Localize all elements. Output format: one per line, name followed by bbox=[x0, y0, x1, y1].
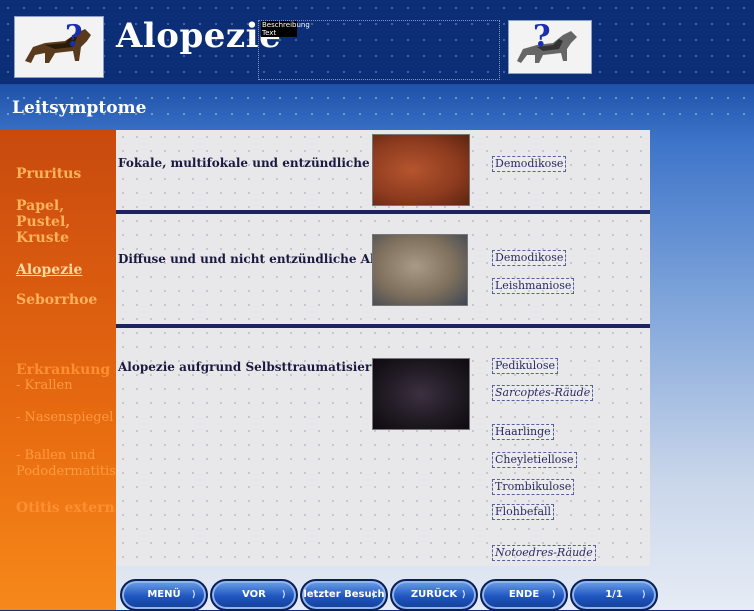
back-button-label: ZURÜCK bbox=[410, 589, 458, 600]
chevron-right-icon: ⟩ bbox=[371, 590, 376, 600]
page-indicator-label: 1/1 bbox=[605, 589, 623, 600]
forward-button[interactable]: VOR ⟩ bbox=[210, 579, 298, 611]
description-placeholder-label: Beschreibung Text bbox=[261, 21, 310, 37]
sidebar-item-krallen[interactable]: - Krallen bbox=[16, 378, 73, 394]
link-haarlinge[interactable]: Haarlinge bbox=[492, 424, 554, 440]
section-title-selbsttraumatisierung: Alopezie aufgrund Selbsttraumatisierung bbox=[118, 360, 398, 374]
dog-logo-right: ? bbox=[508, 19, 592, 74]
sidebar-item-alopezie[interactable]: Alopezie bbox=[16, 262, 82, 278]
dog-icon bbox=[25, 29, 91, 63]
question-mark-icon: ? bbox=[65, 19, 83, 54]
skin-photo-fokale bbox=[372, 134, 470, 206]
last-visit-button[interactable]: letzter Besuch ⟩ bbox=[300, 579, 388, 611]
dog-logo-left: ? bbox=[14, 16, 104, 78]
page-title: Alopezie bbox=[116, 16, 282, 56]
sidebar-item-papel[interactable]: Papel, Pustel, Kruste bbox=[16, 198, 106, 246]
chevron-right-icon: ⟩ bbox=[641, 590, 646, 600]
link-cheyletiellose[interactable]: Cheyletiellose bbox=[492, 452, 577, 468]
link-demodikose-1[interactable]: Demodikose bbox=[492, 156, 567, 172]
chevron-right-icon: ⟩ bbox=[551, 590, 556, 600]
question-mark-icon: ? bbox=[533, 19, 551, 54]
section-divider bbox=[116, 324, 650, 328]
sidebar-item-nasenspiegel[interactable]: - Nasenspiegel bbox=[16, 410, 113, 426]
description-placeholder-box: Beschreibung Text bbox=[258, 20, 500, 80]
skin-photo-diffuse bbox=[372, 234, 468, 306]
link-flohbefall[interactable]: Flohbefall bbox=[492, 504, 555, 520]
forward-button-label: VOR bbox=[242, 589, 266, 600]
end-button[interactable]: ENDE ⟩ bbox=[480, 579, 568, 611]
link-sarcoptes-raeude[interactable]: Sarcoptes-Räude bbox=[492, 385, 594, 401]
section-divider bbox=[116, 210, 650, 214]
sidebar-item-otitis[interactable]: Otitis externa bbox=[16, 500, 124, 516]
chevron-right-icon: ⟩ bbox=[461, 590, 466, 600]
page-indicator-button[interactable]: 1/1 ⟩ bbox=[570, 579, 658, 611]
section-heading: Leitsymptome bbox=[12, 98, 147, 118]
sidebar-item-seborrhoe[interactable]: Seborrhoe bbox=[16, 292, 97, 308]
back-button[interactable]: ZURÜCK ⟩ bbox=[390, 579, 478, 611]
sidebar-item-ballen[interactable]: - Ballen und Pododermatitis bbox=[16, 448, 116, 480]
link-trombikulose[interactable]: Trombikulose bbox=[492, 479, 575, 495]
sidebar-heading-erkrankung: Erkrankung bbox=[16, 362, 111, 378]
end-button-label: ENDE bbox=[508, 589, 540, 600]
chevron-right-icon: ⟩ bbox=[191, 590, 196, 600]
link-notoedres-raeude[interactable]: Notoedres-Räude bbox=[492, 545, 596, 561]
link-leishmaniose[interactable]: Leishmaniose bbox=[492, 278, 575, 294]
menu-button[interactable]: MENÜ ⟩ bbox=[120, 579, 208, 611]
link-pedikulose[interactable]: Pedikulose bbox=[492, 358, 559, 374]
skin-photo-selbsttraumatisierung bbox=[372, 358, 470, 430]
menu-button-label: MENÜ bbox=[147, 589, 181, 600]
sidebar-item-pruritus[interactable]: Pruritus bbox=[16, 166, 81, 182]
section-title-diffuse: Diffuse und und nicht entzündliche Alopz… bbox=[118, 252, 410, 266]
chevron-right-icon: ⟩ bbox=[281, 590, 286, 600]
link-demodikose-2[interactable]: Demodikose bbox=[492, 250, 567, 266]
